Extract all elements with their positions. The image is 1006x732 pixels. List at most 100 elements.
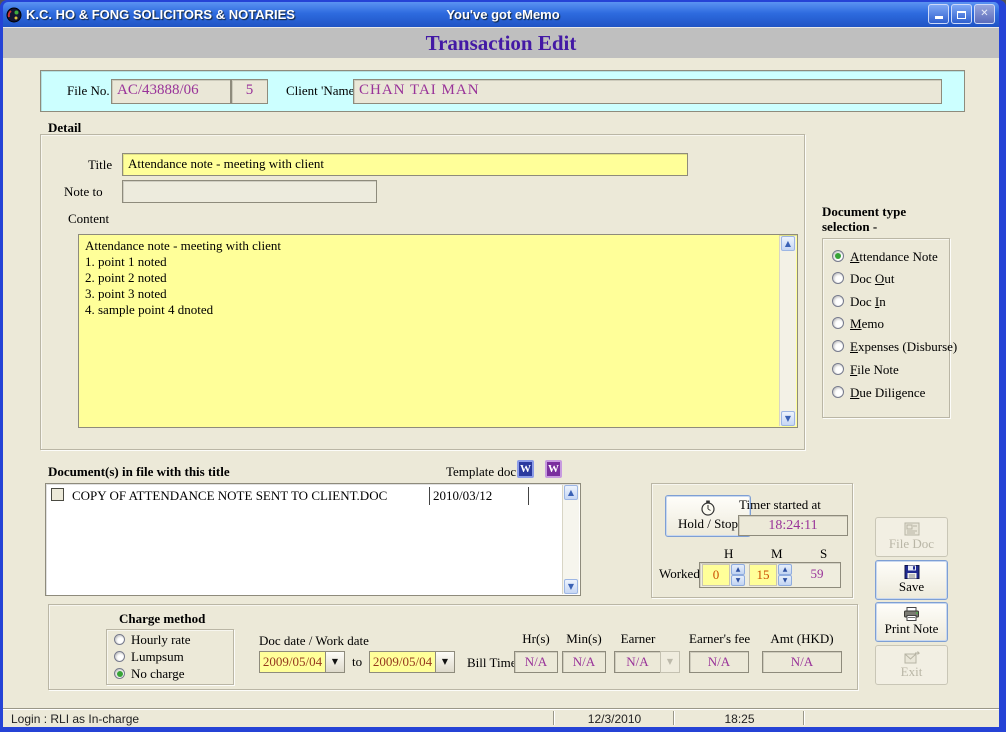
minimize-icon — [935, 16, 943, 19]
charge-method-groupbox: Hourly rate Lumpsum No charge — [106, 629, 234, 685]
template-doc-label: Template doc — [446, 464, 516, 480]
close-button[interactable]: ✕ — [974, 4, 995, 24]
worked-seconds-field: 59 — [796, 564, 838, 586]
seconds-label: S — [820, 546, 827, 562]
date-from-value[interactable]: 2009/05/04 — [259, 651, 325, 673]
bill-amt-field: N/A — [762, 651, 842, 673]
worked-time-box: 0 ▲▼ 15 ▲▼ 59 — [699, 562, 841, 588]
content-textarea[interactable]: Attendance note - meeting with client 1.… — [79, 235, 779, 427]
worked-minutes-field[interactable]: 15 — [749, 564, 777, 586]
file-header-panel: File No. AC/43888/06 5 Client 'Name CHAN… — [40, 70, 965, 112]
app-window: K.C. HO & FONG SOLICITORS & NOTARIES You… — [0, 0, 1006, 732]
bill-col-amt: Amt (HKD) — [762, 631, 842, 647]
doc-date-label: Doc date / Work date — [259, 633, 369, 649]
minutes-stepper[interactable]: ▲▼ — [778, 564, 792, 586]
save-icon — [904, 565, 920, 579]
note-to-field[interactable] — [122, 180, 377, 203]
printer-icon — [903, 607, 921, 621]
document-date: 2010/03/12 — [433, 488, 492, 504]
stopwatch-icon — [700, 500, 716, 516]
file-seq-field[interactable]: 5 — [231, 79, 268, 104]
scroll-up-icon[interactable]: ▲ — [781, 236, 795, 251]
login-status: Login : RLI as In-charge — [11, 712, 139, 726]
doc-type-heading-1: Document type — [822, 204, 906, 220]
bill-fee-field: N/A — [689, 651, 749, 673]
timer-groupbox: Hold / Stop Timer started at 18:24:11 H … — [651, 483, 853, 598]
radio-attendance-note[interactable] — [832, 250, 844, 262]
column-divider — [528, 487, 529, 505]
status-bar: Login : RLI as In-charge 12/3/2010 18:25 — [3, 708, 999, 727]
client-name-field[interactable]: CHAN TAI MAN — [353, 79, 942, 104]
radio-due-diligence[interactable] — [832, 386, 844, 398]
radio-file-note[interactable] — [832, 363, 844, 375]
app-icon — [6, 7, 22, 23]
bill-time-label: Bill Time — [467, 655, 517, 671]
radio-expenses[interactable] — [832, 340, 844, 352]
chevron-down-icon[interactable]: ▼ — [325, 651, 345, 673]
documents-scrollbar[interactable]: ▲ ▼ — [562, 485, 579, 594]
bill-col-hrs: Hr(s) — [514, 631, 558, 647]
statusbar-divider — [673, 711, 675, 725]
timer-started-label: Timer started at — [739, 497, 821, 513]
minutes-label: M — [771, 546, 783, 562]
exit-icon — [904, 651, 920, 664]
document-checkbox[interactable] — [51, 488, 64, 501]
documents-listbox[interactable]: COPY OF ATTENDANCE NOTE SENT TO CLIENT.D… — [45, 483, 581, 596]
radio-no-charge[interactable] — [114, 668, 125, 679]
radio-hourly-rate[interactable] — [114, 634, 125, 645]
save-button[interactable]: Save — [875, 560, 948, 600]
status-time: 18:25 — [676, 712, 803, 726]
hours-stepper[interactable]: ▲▼ — [731, 564, 745, 586]
window-controls: ✕ — [926, 4, 995, 24]
word-template-icon-1[interactable]: W — [517, 460, 534, 478]
title-label: Title — [88, 157, 112, 173]
bill-earner-field: N/A — [614, 651, 660, 673]
file-no-label: File No. — [67, 83, 110, 99]
date-to-combo[interactable]: 2009/05/04 ▼ — [369, 651, 455, 673]
chevron-down-icon: ▼ — [660, 651, 680, 673]
radio-doc-in[interactable] — [832, 295, 844, 307]
doc-type-heading-2: selection - — [822, 219, 877, 235]
main-area: File No. AC/43888/06 5 Client 'Name CHAN… — [3, 58, 999, 708]
page-title: Transaction Edit — [426, 31, 577, 56]
radio-lumpsum[interactable] — [114, 651, 125, 662]
scroll-up-icon[interactable]: ▲ — [564, 485, 578, 500]
status-date: 12/3/2010 — [556, 712, 673, 726]
header-strip: Transaction Edit — [3, 27, 999, 58]
bill-earner-combo: N/A ▼ — [614, 651, 680, 673]
title-bar: K.C. HO & FONG SOLICITORS & NOTARIES You… — [3, 2, 999, 27]
minimize-button[interactable] — [928, 4, 949, 24]
statusbar-divider — [803, 711, 805, 725]
content-scrollbar[interactable]: ▲ ▼ — [779, 236, 796, 426]
timer-started-value: 18:24:11 — [738, 515, 848, 536]
bill-mins-field: N/A — [562, 651, 606, 673]
scroll-down-icon[interactable]: ▼ — [564, 579, 578, 594]
column-divider — [429, 487, 430, 505]
bill-hrs-field: N/A — [514, 651, 558, 673]
close-icon: ✕ — [980, 9, 988, 19]
content-box: Attendance note - meeting with client 1.… — [78, 234, 798, 428]
client-name-label: Client 'Name — [286, 83, 354, 99]
date-to-value[interactable]: 2009/05/04 — [369, 651, 435, 673]
hours-label: H — [724, 546, 733, 562]
bill-col-mins: Min(s) — [562, 631, 606, 647]
date-from-combo[interactable]: 2009/05/04 ▼ — [259, 651, 345, 673]
content-label: Content — [68, 211, 109, 227]
scroll-down-icon[interactable]: ▼ — [781, 411, 795, 426]
title-field[interactable]: Attendance note - meeting with client — [122, 153, 688, 176]
worked-hours-field[interactable]: 0 — [702, 564, 730, 586]
doc-type-groupbox: Attendance Note Doc Out Doc In Memo Expe… — [822, 238, 950, 418]
bill-col-fee: Earner's fee — [689, 631, 749, 647]
chevron-down-icon[interactable]: ▼ — [435, 651, 455, 673]
maximize-button[interactable] — [951, 4, 972, 24]
note-to-label: Note to — [64, 184, 103, 200]
radio-doc-out[interactable] — [832, 272, 844, 284]
radio-memo[interactable] — [832, 317, 844, 329]
file-no-field[interactable]: AC/43888/06 — [111, 79, 231, 104]
statusbar-divider — [553, 711, 555, 725]
print-note-button[interactable]: Print Note — [875, 602, 948, 642]
word-template-icon-2[interactable]: W — [545, 460, 562, 478]
file-doc-icon — [904, 522, 920, 536]
window-title: K.C. HO & FONG SOLICITORS & NOTARIES — [26, 7, 295, 22]
documents-heading: Document(s) in file with this title — [48, 464, 230, 480]
